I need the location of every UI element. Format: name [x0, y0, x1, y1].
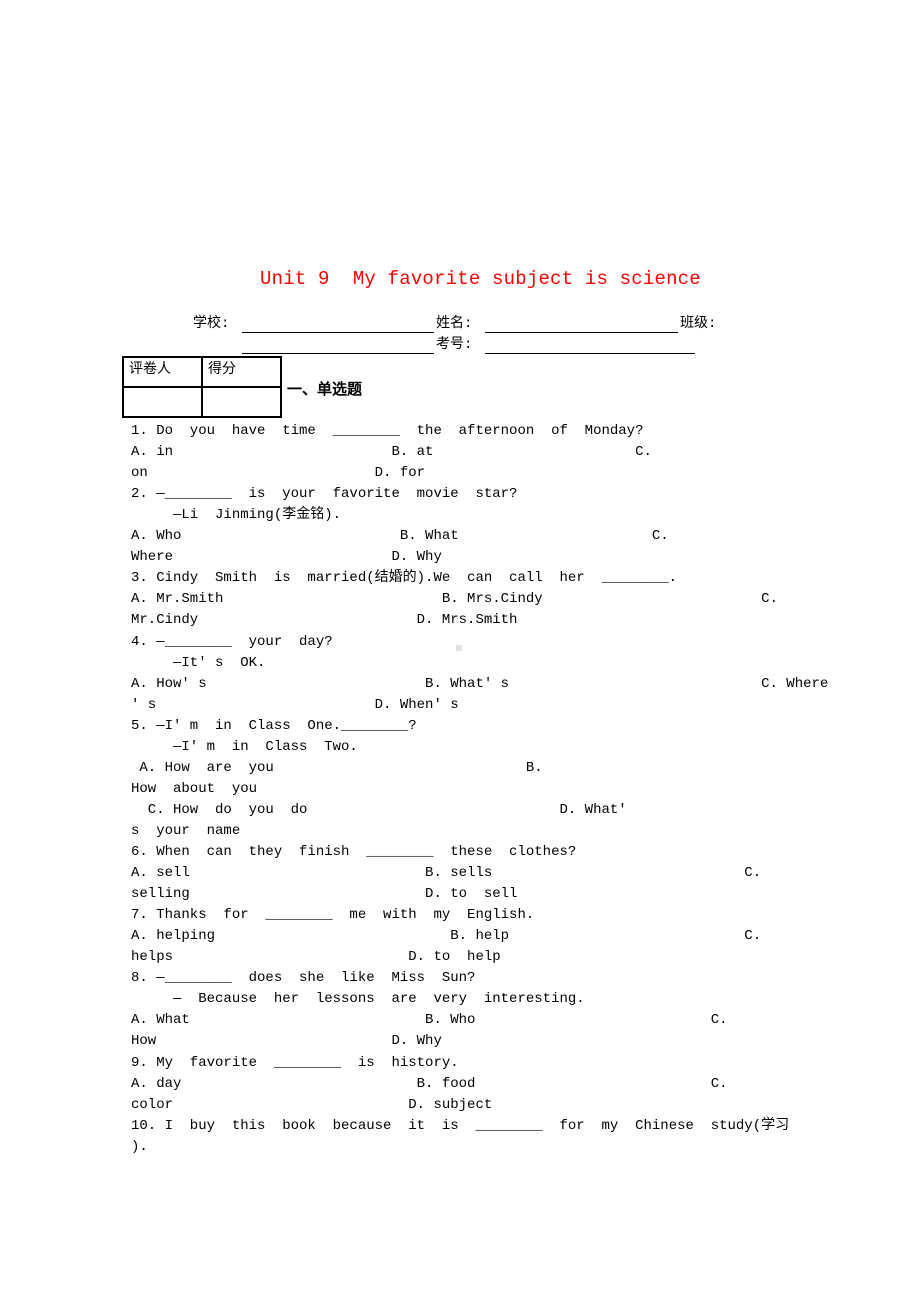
- question-line: color D. subject: [131, 1096, 493, 1113]
- page-marker: [456, 645, 462, 651]
- question-line: How D. Why: [131, 1033, 442, 1050]
- name-label: 姓名:: [436, 316, 473, 332]
- class-label: 班级:: [680, 316, 717, 332]
- section-title: 一、单选题: [287, 380, 363, 398]
- question-line: A. helping B. help C.: [131, 928, 762, 945]
- question-line: 7. Thanks for ________ me with my Englis…: [131, 907, 535, 924]
- document-title: Unit 9 My favorite subject is science: [260, 268, 701, 290]
- question-line: 9. My favorite ________ is history.: [131, 1054, 459, 1071]
- school-label: 学校:: [193, 316, 230, 332]
- question-line: s your name: [131, 822, 241, 839]
- question-line: A. sell B. sells C.: [131, 865, 762, 882]
- question-line: 4. —________ your day?: [131, 633, 333, 650]
- grader-header: 评卷人: [122, 356, 203, 388]
- question-line: Mr.Cindy D. Mrs.Smith: [131, 612, 518, 629]
- class-field[interactable]: [242, 353, 434, 354]
- question-line: C. How do you do D. What': [131, 801, 627, 818]
- score-table: 评卷人 得分: [122, 356, 282, 418]
- question-line: A. in B. at C.: [131, 444, 652, 461]
- exam-no-label: 考号:: [436, 337, 473, 353]
- question-line: on D. for: [131, 465, 426, 482]
- question-line: A. How' s B. What' s C. Where: [131, 675, 829, 692]
- question-line: —Li Jinming(李金铭).: [131, 507, 342, 524]
- question-line: 2. —________ is your favorite movie star…: [131, 486, 518, 503]
- question-line: A. What B. Who C.: [131, 1012, 728, 1029]
- exam-no-field[interactable]: [485, 353, 695, 354]
- question-line: — Because her lessons are very interesti…: [131, 991, 585, 1008]
- question-line: Where D. Why: [131, 549, 442, 566]
- question-line: selling D. to sell: [131, 886, 518, 903]
- question-line: A. How are you B.: [131, 759, 543, 776]
- question-line: 10. I buy this book because it is ______…: [131, 1117, 790, 1134]
- question-line: A. day B. food C.: [131, 1075, 728, 1092]
- question-line: ).: [131, 1138, 148, 1155]
- school-field[interactable]: [242, 332, 434, 333]
- score-header: 得分: [201, 356, 282, 388]
- name-field[interactable]: [485, 332, 678, 333]
- question-line: 5. —I' m in Class One.________?: [131, 717, 417, 734]
- question-line: 3. Cindy Smith is married(结婚的).We can ca…: [131, 570, 678, 587]
- question-line: 1. Do you have time ________ the afterno…: [131, 423, 644, 439]
- question-line: How about you: [131, 780, 258, 797]
- question-line: 6. When can they finish ________ these c…: [131, 844, 577, 860]
- score-cell[interactable]: [201, 386, 282, 418]
- question-line: —I' m in Class Two.: [131, 738, 358, 755]
- grader-cell[interactable]: [122, 386, 203, 418]
- question-line: 8. —________ does she like Miss Sun?: [131, 970, 476, 987]
- question-line: ' s D. When' s: [131, 696, 459, 713]
- question-line: —It' s OK.: [131, 654, 266, 671]
- question-line: A. Mr.Smith B. Mrs.Cindy C.: [131, 591, 778, 608]
- question-line: A. Who B. What C.: [131, 528, 669, 545]
- question-line: helps D. to help: [131, 949, 501, 966]
